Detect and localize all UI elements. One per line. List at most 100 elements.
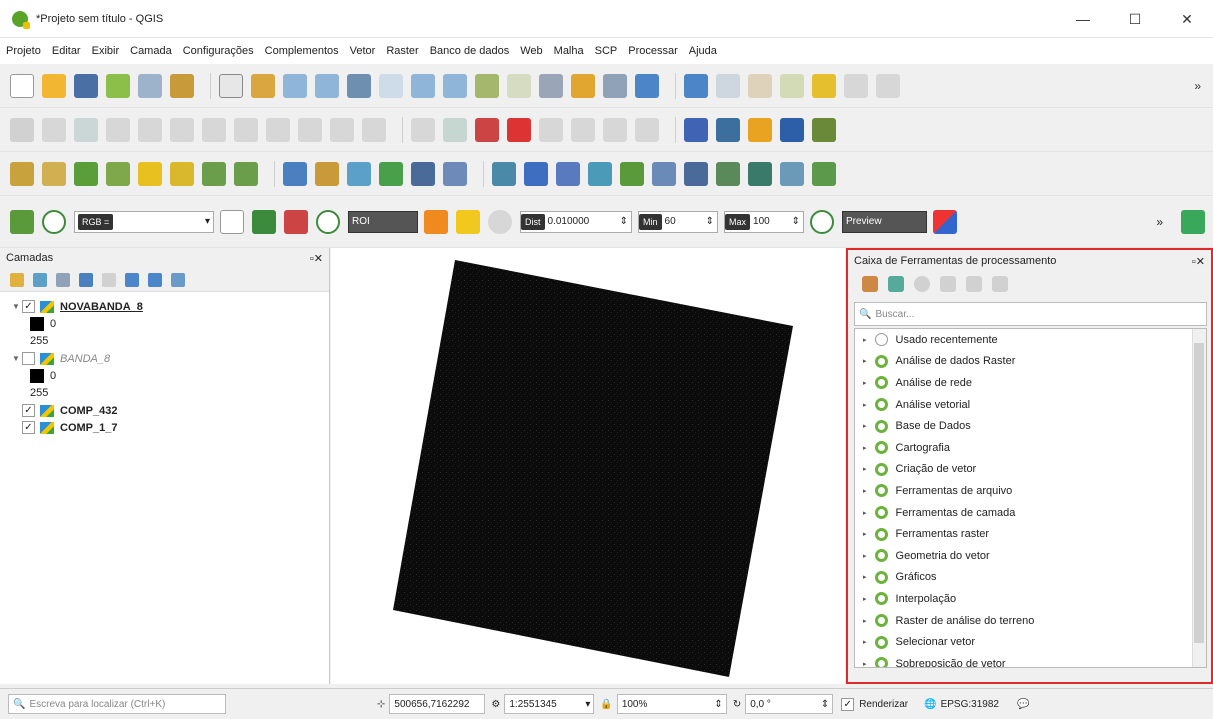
- map-canvas[interactable]: [331, 248, 845, 684]
- edit-raster-icon[interactable]: [443, 161, 467, 186]
- digitize-icon[interactable]: [138, 117, 162, 142]
- raster-calc-icon[interactable]: [556, 161, 580, 186]
- menu-raster[interactable]: Raster: [386, 45, 418, 57]
- max-spinbox[interactable]: Max 100 ⇕: [724, 210, 804, 233]
- list-item[interactable]: ▸ Criação de vetor: [855, 459, 1206, 481]
- label-rotate-icon[interactable]: [571, 117, 595, 142]
- add-feature-icon[interactable]: [106, 117, 130, 142]
- layer-visibility-checkbox[interactable]: [22, 352, 35, 365]
- layer-visibility-checkbox[interactable]: ✓: [22, 404, 35, 417]
- open-project-icon[interactable]: [42, 73, 66, 98]
- remove-layer-icon[interactable]: [171, 272, 185, 287]
- zoom-native-icon[interactable]: [443, 73, 467, 98]
- layer-name[interactable]: BANDA_8: [60, 353, 110, 365]
- results-icon[interactable]: [940, 276, 956, 292]
- zoom-in-icon[interactable]: [283, 73, 307, 98]
- toolbar-overflow-icon[interactable]: »: [1156, 215, 1163, 229]
- label-highlight-icon[interactable]: [475, 117, 499, 142]
- menu-exibir[interactable]: Exibir: [92, 45, 120, 57]
- min-spinbox[interactable]: Min 60 ⇕: [638, 210, 718, 233]
- new-map-view-icon[interactable]: [603, 73, 627, 98]
- list-item[interactable]: ▸ Base de Dados: [855, 415, 1206, 437]
- list-item[interactable]: ▸ Ferramentas raster: [855, 523, 1206, 545]
- list-item[interactable]: ▸ Raster de análise do terreno: [855, 610, 1206, 632]
- current-edits-icon[interactable]: [10, 117, 34, 142]
- label-move-icon[interactable]: [539, 117, 563, 142]
- list-item[interactable]: ▸ Usado recentemente: [855, 329, 1206, 351]
- python-icon[interactable]: [748, 117, 772, 142]
- layout-manager-icon[interactable]: [138, 73, 162, 98]
- list-item[interactable]: ▸ Análise vetorial: [855, 394, 1206, 416]
- scrollbar-thumb[interactable]: [1194, 343, 1204, 643]
- undo-icon[interactable]: [330, 117, 354, 142]
- add-mesh-icon[interactable]: [42, 161, 66, 186]
- copy-features-icon[interactable]: [266, 117, 290, 142]
- menu-banco-de-dados[interactable]: Banco de dados: [430, 45, 510, 57]
- layer-name[interactable]: NOVABANDA_8: [60, 301, 143, 313]
- list-item[interactable]: ▸ Análise de dados Raster: [855, 351, 1206, 373]
- panel-float-close-icon[interactable]: ▫✕: [310, 252, 323, 265]
- rotation-spinbox[interactable]: 0,0 ° ⇕: [745, 694, 834, 714]
- new-temporary-layer-icon[interactable]: [379, 161, 403, 186]
- label-pin-icon[interactable]: [443, 117, 467, 142]
- menu-camada[interactable]: Camada: [130, 45, 172, 57]
- new-project-icon[interactable]: [10, 73, 34, 98]
- toolbar-overflow-icon[interactable]: »: [1194, 79, 1201, 93]
- notes-icon[interactable]: [1181, 209, 1205, 234]
- expand-arrow-icon[interactable]: ▼: [12, 354, 22, 363]
- scale-combobox[interactable]: 1:2551345 ▾: [504, 694, 595, 714]
- point-tool-icon[interactable]: [684, 161, 708, 186]
- label-abc-icon[interactable]: [507, 117, 531, 142]
- lock-icon[interactable]: 🔒: [600, 699, 612, 710]
- scp-show-icon[interactable]: [252, 209, 276, 234]
- maximize-button[interactable]: ☐: [1109, 0, 1161, 38]
- roi-button[interactable]: ROI: [348, 210, 418, 233]
- history-icon[interactable]: [914, 276, 930, 292]
- list-item[interactable]: ▸ Selecionar vetor: [855, 631, 1206, 653]
- messages-icon[interactable]: 💬: [1017, 699, 1029, 710]
- new-shapefile-icon[interactable]: [315, 161, 339, 186]
- list-item[interactable]: ▸ Interpolação: [855, 588, 1206, 610]
- save-edits-icon[interactable]: [74, 117, 98, 142]
- label-show-icon[interactable]: [635, 117, 659, 142]
- menu-malha[interactable]: Malha: [554, 45, 584, 57]
- pan-icon[interactable]: [219, 73, 243, 98]
- add-vector-icon[interactable]: [74, 161, 98, 186]
- add-delimited-icon[interactable]: [106, 161, 130, 186]
- plugin-tool-icon[interactable]: [812, 117, 836, 142]
- minimize-button[interactable]: —: [1057, 0, 1109, 38]
- zoom-out-icon[interactable]: [315, 73, 339, 98]
- scp-classification-icon[interactable]: [933, 209, 957, 234]
- line-tool-icon[interactable]: [620, 161, 644, 186]
- scp-add-icon[interactable]: [456, 209, 480, 234]
- new-geopackage-icon[interactable]: [283, 161, 307, 186]
- bookmark-icon[interactable]: [539, 73, 563, 98]
- label-change-icon[interactable]: [603, 117, 627, 142]
- add-group-icon[interactable]: [33, 272, 47, 287]
- statistics-icon[interactable]: [844, 73, 868, 98]
- list-item[interactable]: ▸ Ferramentas de arquivo: [855, 480, 1206, 502]
- add-raster-icon[interactable]: [10, 161, 34, 186]
- scp-zoom-roi-icon[interactable]: [316, 209, 340, 234]
- merge-vector-icon[interactable]: [492, 161, 516, 186]
- filter-legend-icon[interactable]: [79, 272, 93, 287]
- zoom-selection-icon[interactable]: [379, 73, 403, 98]
- filter-expression-icon[interactable]: [102, 272, 116, 287]
- layer-name[interactable]: COMP_432: [60, 405, 117, 417]
- field-calculator-icon[interactable]: [876, 73, 900, 98]
- manage-visibility-icon[interactable]: [56, 272, 70, 287]
- redo-icon[interactable]: [362, 117, 386, 142]
- dist-spinbox[interactable]: Dist 0.010000 ⇕: [520, 210, 632, 233]
- zoom-full-icon[interactable]: [347, 73, 371, 98]
- preview-zoom-icon[interactable]: [810, 209, 834, 234]
- menu-complementos[interactable]: Complementos: [265, 45, 339, 57]
- add-wfs-icon[interactable]: [234, 161, 258, 186]
- pan-to-selection-icon[interactable]: [251, 73, 275, 98]
- list-item[interactable]: ▸ Ferramentas de camada: [855, 502, 1206, 524]
- menu-vetor[interactable]: Vetor: [350, 45, 376, 57]
- scp-zoom-icon[interactable]: [42, 209, 66, 234]
- panel-float-close-icon[interactable]: ▫✕: [1192, 255, 1205, 268]
- add-wms-icon[interactable]: [202, 161, 226, 186]
- scp-clock-icon[interactable]: [488, 209, 512, 234]
- crs-globe-icon[interactable]: 🌐: [924, 699, 936, 710]
